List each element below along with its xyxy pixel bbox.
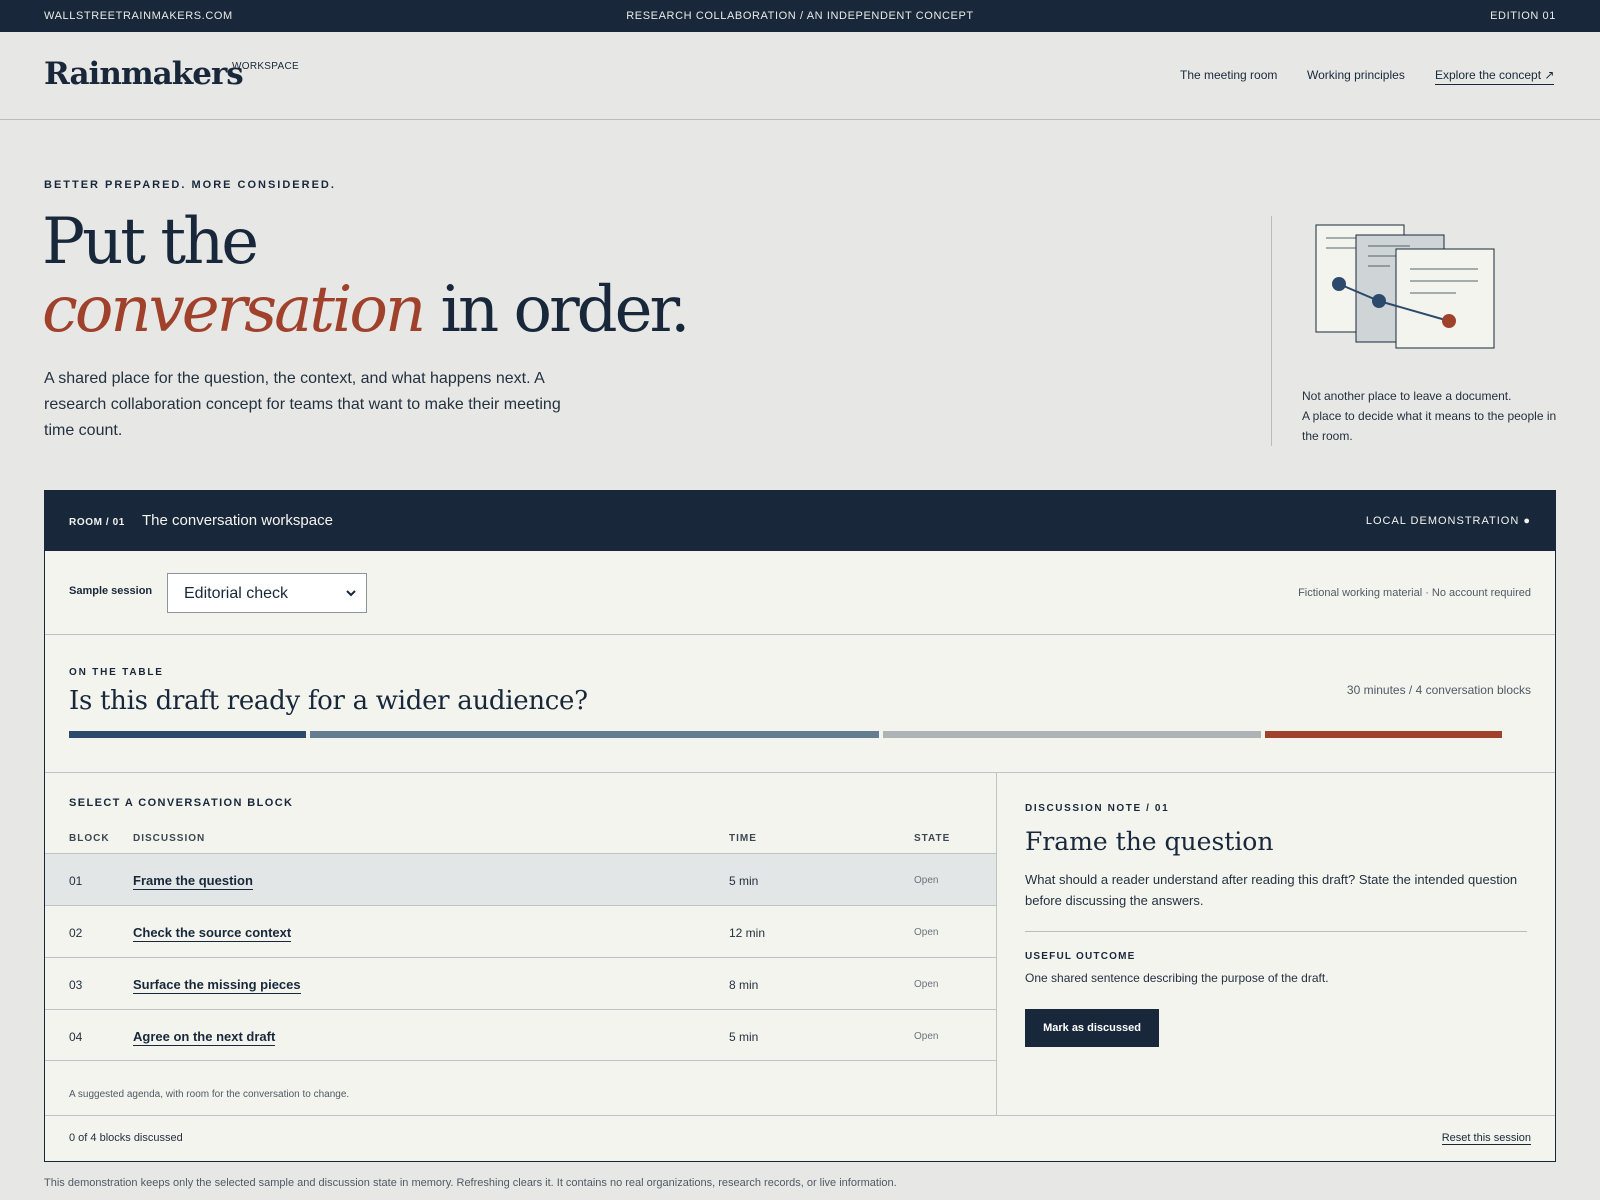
session-question: Is this draft ready for a wider audience… bbox=[69, 686, 588, 716]
timeline-bar-block-01 bbox=[69, 731, 306, 738]
column-header-time: TIME bbox=[729, 833, 757, 844]
table-row[interactable]: 03 Surface the missing pieces 8 min Open bbox=[45, 957, 996, 1009]
demo-status-badge: LOCAL DEMONSTRATION ● bbox=[1365, 515, 1531, 527]
block-number: 01 bbox=[69, 874, 83, 888]
block-number: 04 bbox=[69, 1030, 83, 1044]
block-discussion-link[interactable]: Surface the missing pieces bbox=[133, 977, 301, 994]
chevron-down-icon bbox=[346, 590, 356, 597]
block-state: Open bbox=[914, 979, 939, 990]
session-note: Fictional working material · No account … bbox=[1298, 587, 1531, 599]
timeline-bar-block-04 bbox=[1265, 731, 1502, 738]
discussion-note-body: What should a reader understand after re… bbox=[1025, 872, 1518, 908]
block-time: 12 min bbox=[729, 926, 766, 940]
block-time: 5 min bbox=[729, 874, 759, 888]
table-row[interactable]: 02 Check the source context 12 min Open bbox=[45, 905, 996, 957]
nav-link-meeting-room[interactable]: The meeting room bbox=[1180, 68, 1277, 82]
block-discussion-link[interactable]: Frame the question bbox=[133, 873, 253, 890]
hero-lede: A shared place for the question, the con… bbox=[44, 370, 561, 439]
agenda-note: A suggested agenda, with room for the co… bbox=[69, 1089, 350, 1100]
edition-label: EDITION 01 bbox=[1490, 10, 1556, 22]
top-bar: WALLSTREETRAINMAKERS.COM RESEARCH COLLAB… bbox=[0, 0, 1600, 32]
block-time: 5 min bbox=[729, 1030, 759, 1044]
brand-logo[interactable]: Rainmakers bbox=[44, 56, 244, 92]
headline-rest: in order. bbox=[423, 273, 691, 347]
block-state: Open bbox=[914, 875, 939, 886]
aside-line-2: A place to decide what it means to the p… bbox=[1302, 409, 1557, 443]
block-discussion-link[interactable]: Check the source context bbox=[133, 925, 292, 942]
note-divider bbox=[1025, 931, 1527, 932]
session-row: Sample session Editorial check Fictional… bbox=[45, 551, 1555, 635]
hero-headline: Put the conversation in order. bbox=[42, 205, 691, 347]
on-the-table-section: ON THE TABLE Is this draft ready for a w… bbox=[45, 635, 1555, 773]
documents-illustration bbox=[1315, 224, 1495, 349]
conversation-blocks-table: SELECT A CONVERSATION BLOCK BLOCK DISCUS… bbox=[45, 773, 997, 1115]
session-select[interactable]: Editorial check bbox=[167, 573, 367, 613]
useful-outcome-text: One shared sentence describing the purpo… bbox=[1025, 971, 1329, 985]
discussion-note-kicker: DISCUSSION NOTE / 01 bbox=[1025, 803, 1170, 814]
headline-line-1: Put the bbox=[42, 205, 259, 279]
block-state: Open bbox=[914, 927, 939, 938]
column-header-state: STATE bbox=[914, 833, 951, 844]
site-header: Rainmakers WORKSPACE The meeting room Wo… bbox=[0, 32, 1600, 120]
workspace-header: ROOM / 01 The conversation workspace LOC… bbox=[45, 491, 1555, 551]
workspace-card: ROOM / 01 The conversation workspace LOC… bbox=[44, 490, 1556, 1162]
discussion-note-panel: DISCUSSION NOTE / 01 Frame the question … bbox=[997, 773, 1555, 1115]
room-id: ROOM / 01 bbox=[69, 517, 125, 528]
select-block-label: SELECT A CONVERSATION BLOCK bbox=[69, 797, 294, 809]
discussion-note-title: Frame the question bbox=[1025, 827, 1274, 856]
site-tagline: RESEARCH COLLABORATION / AN INDEPENDENT … bbox=[626, 10, 974, 22]
discussion-progress: 0 of 4 blocks discussed bbox=[69, 1132, 183, 1144]
block-number: 02 bbox=[69, 926, 83, 940]
room-title: The conversation workspace bbox=[142, 512, 333, 529]
hero-kicker: BETTER PREPARED. MORE CONSIDERED. bbox=[44, 179, 336, 191]
workspace-footer: 0 of 4 blocks discussed Reset this sessi… bbox=[45, 1115, 1555, 1161]
table-row[interactable]: 01 Frame the question 5 min Open bbox=[45, 853, 996, 905]
column-header-block: BLOCK bbox=[69, 833, 110, 844]
hero-aside: Not another place to leave a document. A… bbox=[1302, 386, 1562, 446]
reset-session-link[interactable]: Reset this session bbox=[1441, 1132, 1531, 1145]
timeline-bar-block-03 bbox=[883, 731, 1261, 738]
block-time: 8 min bbox=[729, 978, 759, 992]
column-header-discussion: DISCUSSION bbox=[133, 833, 206, 844]
block-discussion-link[interactable]: Agree on the next draft bbox=[133, 1029, 276, 1046]
session-select-value: Editorial check bbox=[184, 585, 289, 602]
block-state: Open bbox=[914, 1031, 939, 1042]
on-the-table-label: ON THE TABLE bbox=[69, 667, 164, 678]
timeline-bar-block-02 bbox=[310, 731, 879, 738]
useful-outcome-label: USEFUL OUTCOME bbox=[1025, 951, 1136, 962]
session-duration: 30 minutes / 4 conversation blocks bbox=[1346, 683, 1531, 697]
block-number: 03 bbox=[69, 978, 83, 992]
session-label: Sample session bbox=[69, 585, 153, 597]
nav-link-working-principles[interactable]: Working principles bbox=[1307, 68, 1405, 82]
aside-line-1: Not another place to leave a document. bbox=[1302, 389, 1512, 403]
brand-subtitle: WORKSPACE bbox=[232, 61, 299, 72]
nav-link-explore-concept[interactable]: Explore the concept ↗ bbox=[1435, 68, 1555, 85]
mark-as-discussed-button[interactable]: Mark as discussed bbox=[1025, 1009, 1159, 1047]
headline-accent: conversation bbox=[42, 273, 426, 347]
demo-disclaimer: This demonstration keeps only the select… bbox=[44, 1177, 897, 1189]
aside-divider bbox=[1271, 216, 1272, 446]
table-row[interactable]: 04 Agree on the next draft 5 min Open bbox=[45, 1009, 996, 1061]
